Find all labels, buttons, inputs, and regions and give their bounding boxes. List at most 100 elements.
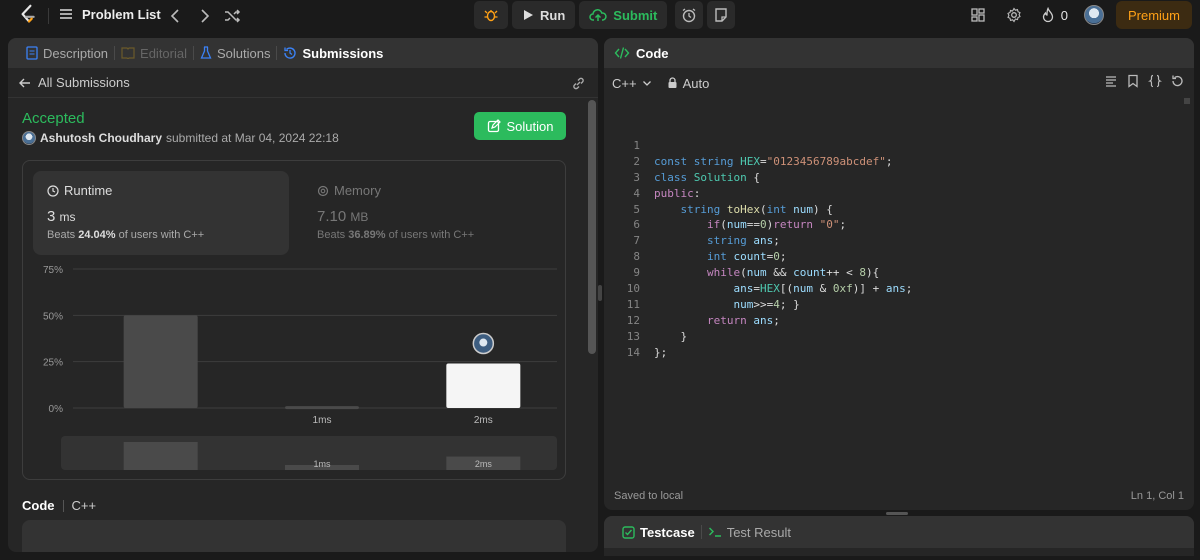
tab-submissions[interactable]: Submissions xyxy=(277,46,389,61)
performance-stats: Runtime 3 ms Beats 24.04% of users with … xyxy=(22,160,566,480)
line-number: 13 xyxy=(626,329,640,343)
left-scrollbar-thumb[interactable] xyxy=(588,100,596,354)
settings-gear-icon[interactable] xyxy=(1006,7,1022,23)
editor-scrollbar[interactable] xyxy=(1184,98,1190,104)
auto-mode-toggle[interactable]: Auto xyxy=(667,75,710,91)
auto-mode-label: Auto xyxy=(682,75,710,91)
code-language: C++ xyxy=(71,498,97,513)
shuffle-icon[interactable] xyxy=(222,6,242,26)
all-submissions-link[interactable]: All Submissions xyxy=(38,75,130,90)
submit-label: Submit xyxy=(613,7,658,23)
overview-bar xyxy=(123,442,198,470)
code-line[interactable]: 7 string ans; xyxy=(604,233,1180,249)
left-scrollbar[interactable] xyxy=(588,100,596,552)
code-line[interactable]: 6 if(num==0)return "0"; xyxy=(604,217,1180,233)
problem-list-button[interactable]: Problem List xyxy=(58,6,161,22)
code-tab-label: Code xyxy=(636,45,669,61)
x-tick-label: 2ms xyxy=(474,415,493,426)
format-lines-icon[interactable] xyxy=(1104,74,1118,88)
language-select[interactable]: C++ xyxy=(612,76,653,91)
memory-chip-icon xyxy=(317,185,329,196)
tab-testcase[interactable]: Testcase xyxy=(616,525,701,540)
author-name[interactable]: Ashutosh Choudhary xyxy=(40,131,162,145)
runtime-distribution-chart[interactable]: 75% 50% 25% 0% 1ms 2ms 1ms 2ms xyxy=(23,261,567,481)
line-text: ans=HEX[(num & 0xf)] + ans; xyxy=(733,282,913,296)
testcase-panel: Testcase Test Result xyxy=(604,516,1194,556)
edit-icon xyxy=(487,119,501,133)
save-status: Saved to local xyxy=(614,490,684,502)
link-icon[interactable] xyxy=(571,76,586,91)
tab-editorial[interactable]: Editorial xyxy=(115,46,193,61)
code-tab[interactable]: Code xyxy=(614,38,669,68)
x-tick-label: 1ms xyxy=(313,415,332,426)
code-line[interactable]: 5 string toHex(int num) { xyxy=(604,202,1180,218)
memory-value: 7.10 xyxy=(317,208,347,225)
code-line[interactable]: 1 xyxy=(604,138,1180,154)
tab-description[interactable]: Description xyxy=(20,46,114,61)
arrow-left-icon[interactable] xyxy=(18,76,32,90)
tab-solutions[interactable]: Solutions xyxy=(194,46,276,61)
runtime-unit: ms xyxy=(59,210,76,224)
tab-editorial-label: Editorial xyxy=(140,45,187,61)
debug-button[interactable] xyxy=(474,1,508,29)
code-line[interactable]: 4 public: xyxy=(604,186,1180,202)
top-bar: Problem List Run Submit 0 Premium xyxy=(0,0,1200,32)
submission-author-line: Ashutosh Choudhary submitted at Mar 04, … xyxy=(22,131,339,145)
code-line[interactable]: 14}; xyxy=(604,345,1180,361)
runtime-card[interactable]: Runtime 3 ms Beats 24.04% of users with … xyxy=(33,171,289,255)
line-text: } xyxy=(654,329,688,343)
code-brackets-icon xyxy=(614,47,630,59)
tab-solutions-label: Solutions xyxy=(217,45,271,61)
play-icon xyxy=(524,10,533,20)
chevron-left-icon[interactable] xyxy=(166,6,186,26)
code-line[interactable]: 2 const string HEX="0123456789abcdef"; xyxy=(604,154,1180,170)
chevron-right-icon[interactable] xyxy=(194,6,214,26)
timer-button[interactable] xyxy=(675,1,704,29)
run-button[interactable]: Run xyxy=(512,1,576,29)
author-avatar xyxy=(22,131,36,145)
memory-card[interactable]: Memory 7.10 MB Beats 36.89% of users wit… xyxy=(303,171,559,255)
lock-icon xyxy=(668,77,677,88)
clock-icon xyxy=(47,184,59,197)
braces-icon[interactable] xyxy=(1148,74,1162,88)
line-number: 11 xyxy=(626,297,640,311)
overview-tick-label: 1ms xyxy=(313,459,331,469)
tab-test-result[interactable]: Test Result xyxy=(702,525,797,540)
vertical-resize-handle[interactable] xyxy=(886,512,908,515)
premium-button[interactable]: Premium xyxy=(1115,1,1192,29)
line-number: 8 xyxy=(633,250,640,264)
note-icon xyxy=(715,8,728,22)
user-marker-avatar-face xyxy=(479,338,488,347)
code-line[interactable]: 10 ans=HEX[(num & 0xf)] + ans; xyxy=(604,281,1180,297)
tab-test-result-label: Test Result xyxy=(726,524,791,540)
code-line[interactable]: 3 class Solution { xyxy=(604,170,1180,186)
submit-button[interactable]: Submit xyxy=(579,1,668,29)
memory-beats-suffix: of users with C++ xyxy=(388,229,475,241)
solution-button[interactable]: Solution xyxy=(474,112,566,140)
overview-tick-label: 2ms xyxy=(475,459,493,469)
memory-beats-prefix: Beats xyxy=(317,229,346,241)
code-editor[interactable]: 1 2 const string HEX="0123456789abcdef"; 3 c… xyxy=(604,138,1180,360)
code-line[interactable]: 11 num>>=4; } xyxy=(604,297,1180,313)
line-text: string toHex(int num) { xyxy=(680,202,833,216)
code-line[interactable]: 8 int count=0; xyxy=(604,249,1180,265)
language-value: C++ xyxy=(612,75,637,91)
streak-fire-icon[interactable] xyxy=(1040,7,1056,23)
notes-button[interactable] xyxy=(707,1,736,29)
code-line[interactable]: 12 return ans; xyxy=(604,313,1180,329)
panel-resize-handle[interactable] xyxy=(598,285,602,301)
bug-icon xyxy=(484,10,498,22)
reset-icon[interactable] xyxy=(1170,74,1184,88)
line-number: 6 xyxy=(633,218,640,232)
bookmark-icon[interactable] xyxy=(1126,74,1140,88)
layout-grid-icon[interactable] xyxy=(970,7,986,23)
code-line[interactable]: 9 while(num && count++ < 8){ xyxy=(604,265,1180,281)
y-tick-label: 50% xyxy=(43,311,63,322)
user-avatar[interactable] xyxy=(1083,5,1104,25)
code-line[interactable]: 13 } xyxy=(604,329,1180,345)
document-icon xyxy=(26,46,38,60)
line-text: class Solution { xyxy=(654,170,760,184)
code-editor-panel: Code C++ Auto 1 2 const string HEX="012345… xyxy=(604,38,1194,510)
line-number: 9 xyxy=(633,266,640,280)
leetcode-logo-icon[interactable] xyxy=(18,4,40,26)
